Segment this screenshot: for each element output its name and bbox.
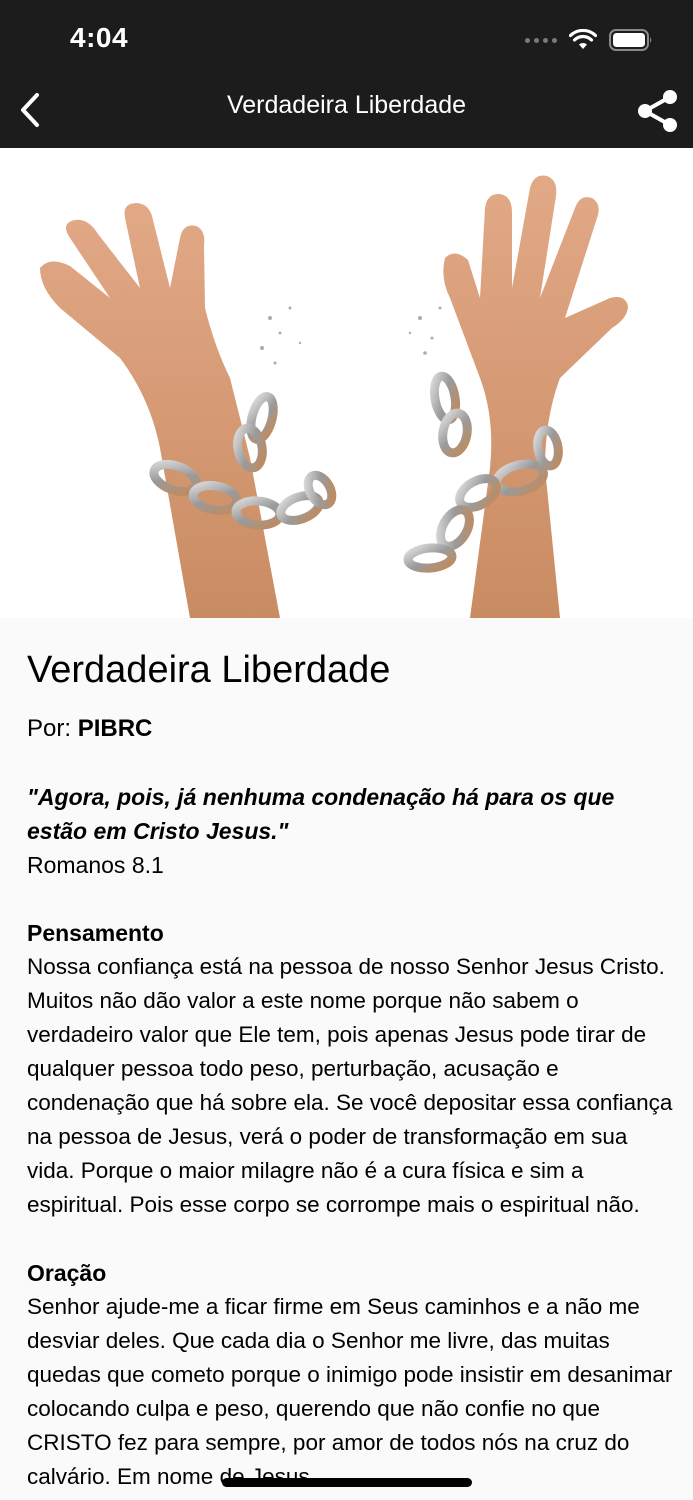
author-prefix: Por:: [27, 715, 78, 742]
thought-text: Nossa confiança está na pessoa de nosso …: [27, 954, 673, 1217]
status-time: 4:04: [70, 22, 129, 53]
author-name: PIBRC: [77, 715, 153, 742]
article-title: Verdadeira Liberdade: [27, 649, 391, 691]
bible-verse: "Agora, pois, já nenhuma condenação há p…: [27, 784, 615, 844]
battery-icon: [609, 29, 652, 51]
prayer-heading: Oração: [27, 1260, 107, 1286]
thought-heading: Pensamento: [27, 920, 164, 946]
home-indicator[interactable]: [222, 1478, 472, 1487]
status-icons: [525, 26, 653, 54]
wifi-icon: [569, 29, 597, 49]
nav-title: Verdadeira Liberdade: [226, 91, 467, 119]
share-icon: [638, 90, 677, 132]
share-button[interactable]: [635, 88, 681, 134]
article-content: Verdadeira Liberdade Por: PIBRC "Agora, …: [27, 640, 677, 1494]
verse-reference: Romanos 8.1: [27, 852, 164, 878]
cellular-signal-icon: [525, 37, 557, 43]
prayer-text: Senhor ajude-me a ficar firme em Seus ca…: [27, 1294, 673, 1489]
author-line: Por: PIBRC: [27, 712, 677, 746]
top-bar: 4:04 Verdadeira Liberdade: [0, 0, 693, 148]
hero-image: [0, 148, 693, 618]
hands-breaking-chains-illustration: [40, 175, 628, 618]
